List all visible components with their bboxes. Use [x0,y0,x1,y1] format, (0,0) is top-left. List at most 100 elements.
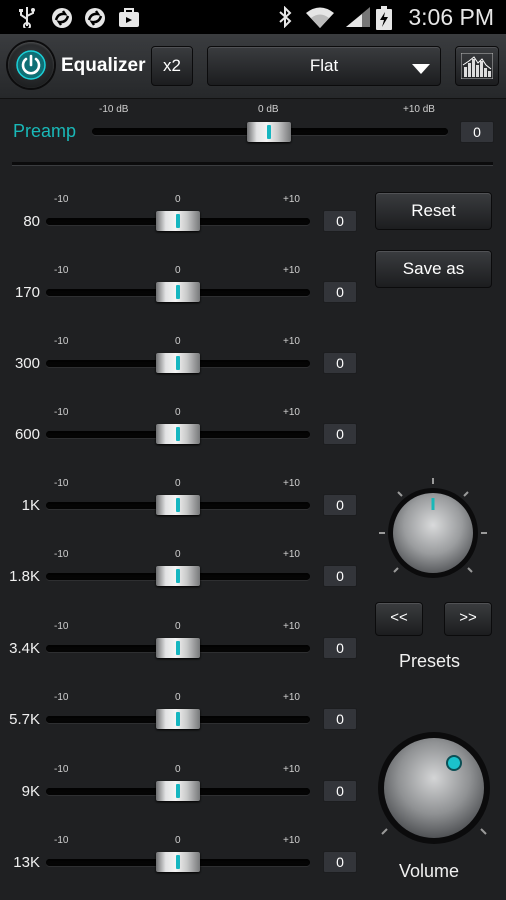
sync-icon [50,6,74,35]
wifi-icon [305,6,335,35]
divider [12,162,493,166]
battery-charging-icon [376,6,392,35]
band-scale-max: +10 [283,764,300,775]
preamp-slider-thumb[interactable] [247,122,291,142]
slider-grip [176,356,180,370]
band-scale-mid: 0 [175,478,181,489]
volume-label: Volume [399,861,460,881]
band-value: 0 [323,565,357,587]
previous-preset-button[interactable]: << [375,602,423,636]
status-time: 3:06 PM [408,4,494,30]
band-scale-max: +10 [283,478,300,489]
preamp-scale-mid: 0 dB [258,104,279,115]
band-scale-mid: 0 [175,265,181,276]
next-preset-button[interactable]: >> [444,602,492,636]
band-scale-max: +10 [283,835,300,846]
volume-knob[interactable] [372,730,496,857]
band-label: 5.7K [9,711,40,728]
band-slider-thumb[interactable] [156,282,200,302]
band-slider-thumb[interactable] [156,709,200,729]
slider-grip [267,125,271,139]
band-scale-max: +10 [283,549,300,560]
band-slider-thumb[interactable] [156,852,200,872]
band-value: 0 [323,210,357,232]
band-scale-mid: 0 [175,621,181,632]
preset-dropdown[interactable]: Flat [207,46,441,86]
band-scale-max: +10 [283,336,300,347]
slider-grip [176,427,180,441]
slider-grip [176,498,180,512]
band-scale-max: +10 [283,265,300,276]
app-header: Equalizer x2 Flat [0,34,506,99]
band-value: 0 [323,494,357,516]
band-slider-thumb[interactable] [156,781,200,801]
x2-button[interactable]: x2 [151,46,193,86]
usb-icon [17,6,37,33]
band-scale-min: -10 [54,478,69,489]
preamp-scale-max: +10 dB [403,104,435,115]
preamp-scale-min: -10 dB [99,104,129,115]
save-as-button[interactable]: Save as [375,250,492,288]
band-value: 0 [323,637,357,659]
band-value: 0 [323,780,357,802]
band-value: 0 [323,352,357,374]
band-slider-thumb[interactable] [156,495,200,515]
band-value: 0 [323,281,357,303]
band-scale-mid: 0 [175,835,181,846]
preamp-value: 0 [460,121,494,143]
preamp-label: Preamp [13,121,77,141]
presets-label: Presets [399,651,461,671]
slider-grip [176,784,180,798]
status-bar: 3:06 PM [0,0,506,34]
band-scale-max: +10 [283,692,300,703]
slider-grip [176,712,180,726]
sync-icon [83,6,107,35]
band-scale-min: -10 [54,549,69,560]
band-scale-max: +10 [283,621,300,632]
band-label: 80 [23,213,40,230]
band-label: 9K [21,783,40,800]
band-slider-thumb[interactable] [156,638,200,658]
band-label: 13K [13,854,40,871]
band-scale-min: -10 [54,265,69,276]
slider-grip [176,285,180,299]
band-scale-min: -10 [54,194,69,205]
band-scale-max: +10 [283,194,300,205]
power-toggle-button[interactable] [8,42,54,88]
band-scale-min: -10 [54,764,69,775]
band-label: 1K [21,497,40,514]
band-label: 600 [14,426,40,443]
slider-grip [176,855,180,869]
band-scale-mid: 0 [175,336,181,347]
band-label: 3.4K [9,640,40,657]
band-slider-thumb[interactable] [156,424,200,444]
band-scale-min: -10 [54,621,69,632]
slider-grip [176,641,180,655]
bluetooth-icon [278,5,292,33]
app-title: Equalizer [61,55,146,76]
band-label: 1.8K [9,568,40,585]
signal-icon [345,6,371,33]
visualizer-button[interactable] [455,46,499,86]
chevron-down-icon [412,61,430,79]
band-slider-thumb[interactable] [156,566,200,586]
band-scale-min: -10 [54,407,69,418]
band-value: 0 [323,851,357,873]
band-scale-mid: 0 [175,194,181,205]
band-label: 300 [14,355,40,372]
band-scale-min: -10 [54,336,69,347]
band-slider-thumb[interactable] [156,211,200,231]
band-scale-mid: 0 [175,407,181,418]
band-scale-max: +10 [283,407,300,418]
slider-grip [176,214,180,228]
band-value: 0 [323,423,357,445]
band-scale-mid: 0 [175,549,181,560]
band-value: 0 [323,708,357,730]
band-scale-mid: 0 [175,764,181,775]
reset-button[interactable]: Reset [375,192,492,230]
band-label: 170 [14,284,40,301]
slider-grip [176,569,180,583]
band-scale-mid: 0 [175,692,181,703]
presets-knob[interactable] [374,474,492,597]
band-slider-thumb[interactable] [156,353,200,373]
